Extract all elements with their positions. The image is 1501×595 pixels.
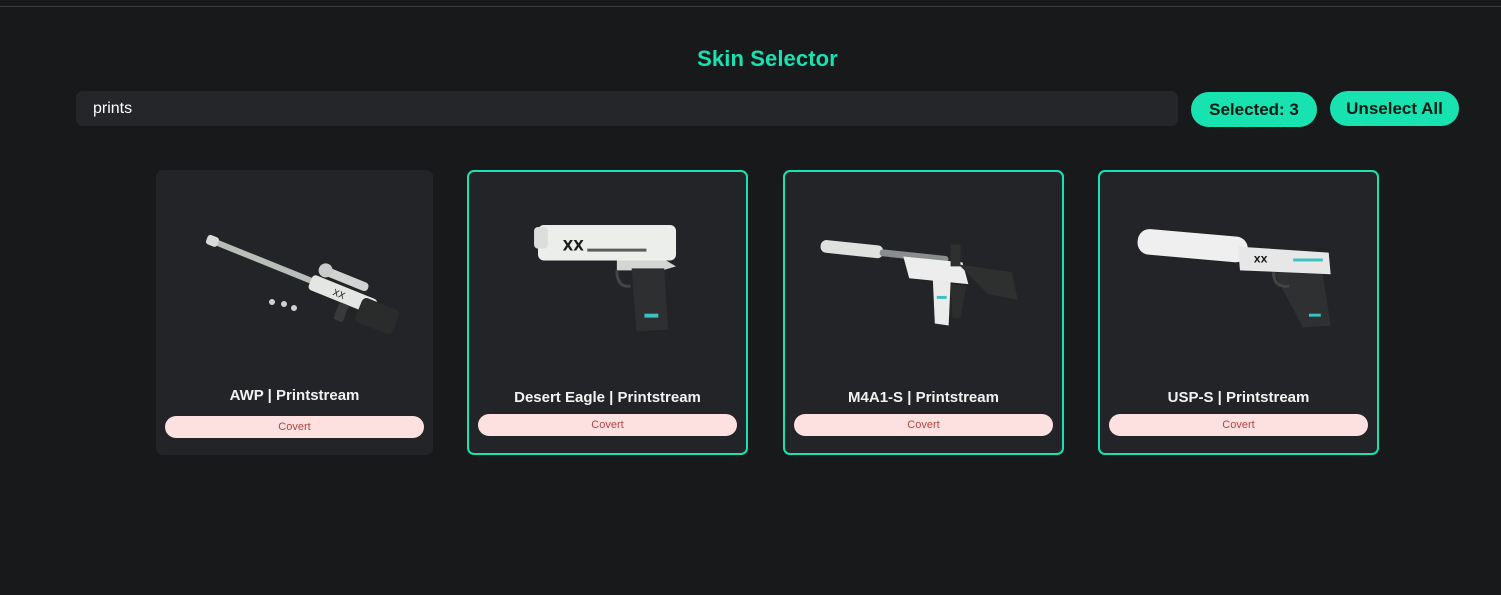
- rarity-badge: Covert: [1109, 414, 1368, 436]
- skin-card-m4a1s[interactable]: M4A1-S | Printstream Covert: [783, 170, 1064, 455]
- usps-pistol-icon: XX: [1100, 202, 1377, 382]
- rarity-badge: Covert: [794, 414, 1053, 436]
- page-title: Skin Selector: [697, 46, 838, 71]
- top-divider: [0, 6, 1501, 7]
- skin-card-awp[interactable]: XX AWP | Printstream Covert: [156, 170, 433, 455]
- awp-rifle-icon: XX: [156, 200, 433, 380]
- svg-text:XX: XX: [1254, 255, 1268, 265]
- skin-card-usps[interactable]: XX USP-S | Printstream Covert: [1098, 170, 1379, 455]
- skin-name: USP-S | Printstream: [1167, 389, 1310, 406]
- desert-eagle-pistol-icon: XX: [469, 202, 746, 382]
- skin-card-desert-eagle[interactable]: XX Desert Eagle | Printstream Covert: [467, 170, 748, 455]
- svg-text:XX: XX: [563, 239, 585, 255]
- rarity-badge: Covert: [165, 416, 424, 438]
- skin-name: AWP | Printstream: [229, 387, 360, 404]
- selected-count-badge: Selected: 3: [1191, 92, 1317, 127]
- m4a1s-rifle-icon: [785, 202, 1062, 382]
- search-input[interactable]: [76, 91, 1178, 126]
- unselect-all-button[interactable]: Unselect All: [1330, 91, 1459, 126]
- skin-name: Desert Eagle | Printstream: [514, 389, 701, 406]
- skin-name: M4A1-S | Printstream: [848, 389, 999, 406]
- rarity-badge: Covert: [478, 414, 737, 436]
